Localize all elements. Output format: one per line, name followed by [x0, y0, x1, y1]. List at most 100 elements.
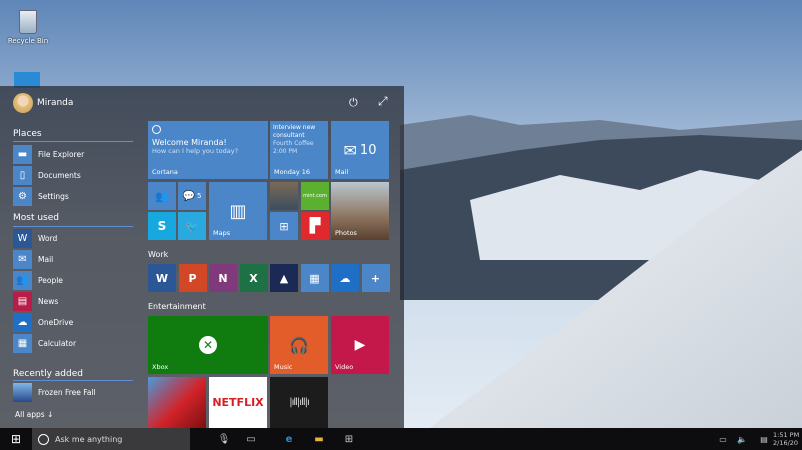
sway-icon: ▲ — [279, 271, 289, 285]
powerpoint-icon: P — [188, 271, 197, 285]
action-center-icon[interactable]: ▤ — [757, 428, 771, 450]
user-name[interactable]: Miranda — [37, 98, 73, 108]
network-icon[interactable]: ▭ — [716, 428, 730, 450]
word-icon: W — [13, 229, 32, 248]
search-box[interactable]: Ask me anything — [32, 428, 190, 450]
event-title: Interview new — [273, 124, 316, 131]
tile-word[interactable]: W — [148, 264, 176, 292]
cortana-circle-icon — [152, 125, 161, 134]
tile-label: Maps — [213, 229, 231, 237]
tile-music[interactable]: 🎧 Music — [270, 316, 328, 374]
place-settings[interactable]: ⚙ Settings — [13, 187, 69, 206]
tile-mint[interactable]: mint.com — [301, 182, 329, 210]
tile-people-photo[interactable] — [270, 182, 298, 210]
tile-sway[interactable]: ▲ — [270, 264, 298, 292]
people-icon: 👥 — [155, 189, 169, 203]
tile-excel[interactable]: X — [239, 264, 268, 292]
tile-xbox[interactable]: ✕ Xbox — [148, 316, 268, 374]
item-label: Settings — [38, 192, 69, 201]
tile-maps[interactable]: ▥ Maps — [209, 182, 267, 240]
volume-icon[interactable]: 🔈 — [735, 428, 749, 450]
all-apps-label: All apps — [15, 410, 45, 419]
xbox-icon: ✕ — [199, 336, 217, 354]
map-icon: ▥ — [229, 200, 247, 222]
tile-label: Xbox — [152, 363, 169, 371]
video-icon: ▶ — [354, 337, 366, 353]
tile-calculator[interactable]: ▦ — [300, 264, 329, 292]
tile-twitter[interactable]: 🐦 — [178, 212, 206, 240]
tile-powerpoint[interactable]: P — [178, 264, 207, 292]
news-icon: ▤ — [13, 292, 32, 311]
clock[interactable]: 1:51 PM 2/16/20 — [773, 428, 802, 450]
divider — [13, 226, 133, 227]
desktop-icon-label: Recycle Bin — [7, 37, 49, 45]
people-icon: 👥 — [13, 271, 32, 290]
tile-store[interactable]: ⊞ — [270, 212, 298, 240]
mail-count: 10 — [359, 142, 377, 158]
tile-people[interactable]: 👥 — [148, 182, 176, 210]
netflix-logo: NETFLIX — [212, 396, 264, 409]
start-button[interactable]: ⊞ — [0, 428, 32, 450]
tile-cars-game[interactable] — [148, 377, 206, 428]
most-used-word[interactable]: W Word — [13, 229, 57, 248]
microphone-icon[interactable]: 🎙 — [215, 428, 233, 450]
headphones-icon: 🎧 — [289, 335, 309, 355]
most-used-calculator[interactable]: ▦ Calculator — [13, 334, 76, 353]
all-apps-button[interactable]: All apps ↓ — [15, 410, 53, 419]
most-used-onedrive[interactable]: ☁ OneDrive — [13, 313, 73, 332]
tile-video[interactable]: ▶ Video — [331, 316, 389, 374]
tile-label: Photos — [335, 229, 357, 237]
item-label: OneDrive — [38, 318, 74, 327]
message-count: 5 — [196, 192, 202, 200]
item-label: Calculator — [38, 339, 77, 348]
tile-skype[interactable]: S — [148, 212, 176, 240]
excel-icon: X — [249, 271, 258, 285]
word-icon: W — [155, 271, 169, 285]
tile-netflix[interactable]: NETFLIX — [209, 377, 267, 428]
item-label: Frozen Free Fall — [38, 388, 96, 397]
power-icon[interactable]: ⏻ — [349, 96, 358, 110]
tile-audio-app[interactable]: |ıll|ıll|ı — [270, 377, 328, 428]
tile-onenote[interactable]: N — [209, 264, 237, 292]
user-avatar[interactable] — [13, 93, 33, 113]
file-explorer-icon[interactable]: ▬ — [310, 428, 328, 450]
expand-icon[interactable]: ⤢ — [378, 94, 388, 109]
task-view-icon[interactable]: ▭ — [242, 428, 260, 450]
recycle-bin-icon — [19, 10, 37, 34]
tile-onedrive[interactable]: ☁ — [331, 264, 359, 292]
windows-logo-icon: ⊞ — [10, 432, 22, 446]
mint-logo: mint.com — [303, 193, 327, 199]
store-icon[interactable]: ⊞ — [340, 428, 358, 450]
item-label: News — [38, 297, 59, 306]
most-used-mail[interactable]: ✉ Mail — [13, 250, 53, 269]
skype-icon: S — [157, 219, 167, 233]
tile-calendar[interactable]: Interview new consultant Fourth Coffee 2… — [270, 121, 328, 179]
place-documents[interactable]: ▯ Documents — [13, 166, 81, 185]
tile-add[interactable]: + — [361, 264, 390, 292]
frozen-app-icon — [13, 383, 32, 402]
calculator-icon: ▦ — [309, 271, 320, 285]
cortana-subtitle: How can I help you today? — [152, 147, 239, 155]
work-header: Work — [148, 250, 169, 259]
tile-label: Video — [335, 363, 354, 371]
twitter-icon: 🐦 — [185, 219, 199, 233]
most-used-people[interactable]: 👥 People — [13, 271, 63, 290]
clock-date: 2/16/20 — [773, 439, 799, 447]
tile-mail[interactable]: ✉ 10 Mail — [331, 121, 389, 179]
edge-browser-icon[interactable]: e — [280, 428, 298, 450]
item-label: File Explorer — [38, 150, 85, 159]
recent-frozen-free-fall[interactable]: Frozen Free Fall — [13, 383, 96, 402]
tile-photos[interactable]: Photos — [331, 182, 389, 240]
tile-cortana[interactable]: Welcome Miranda! How can I help you toda… — [148, 121, 268, 179]
most-used-news[interactable]: ▤ News — [13, 292, 58, 311]
place-file-explorer[interactable]: ▬ File Explorer — [13, 145, 84, 164]
clock-time: 1:51 PM — [773, 431, 800, 439]
message-icon: 💬 — [182, 190, 195, 202]
tile-flipboard[interactable]: ▛ — [301, 212, 329, 240]
calculator-icon: ▦ — [13, 334, 32, 353]
tile-messaging[interactable]: 💬 5 — [178, 182, 206, 210]
mail-icon: ✉ — [343, 140, 357, 160]
desktop-icon-recycle-bin[interactable]: Recycle Bin — [6, 10, 50, 45]
divider — [13, 380, 133, 381]
store-icon: ⊞ — [279, 219, 289, 233]
